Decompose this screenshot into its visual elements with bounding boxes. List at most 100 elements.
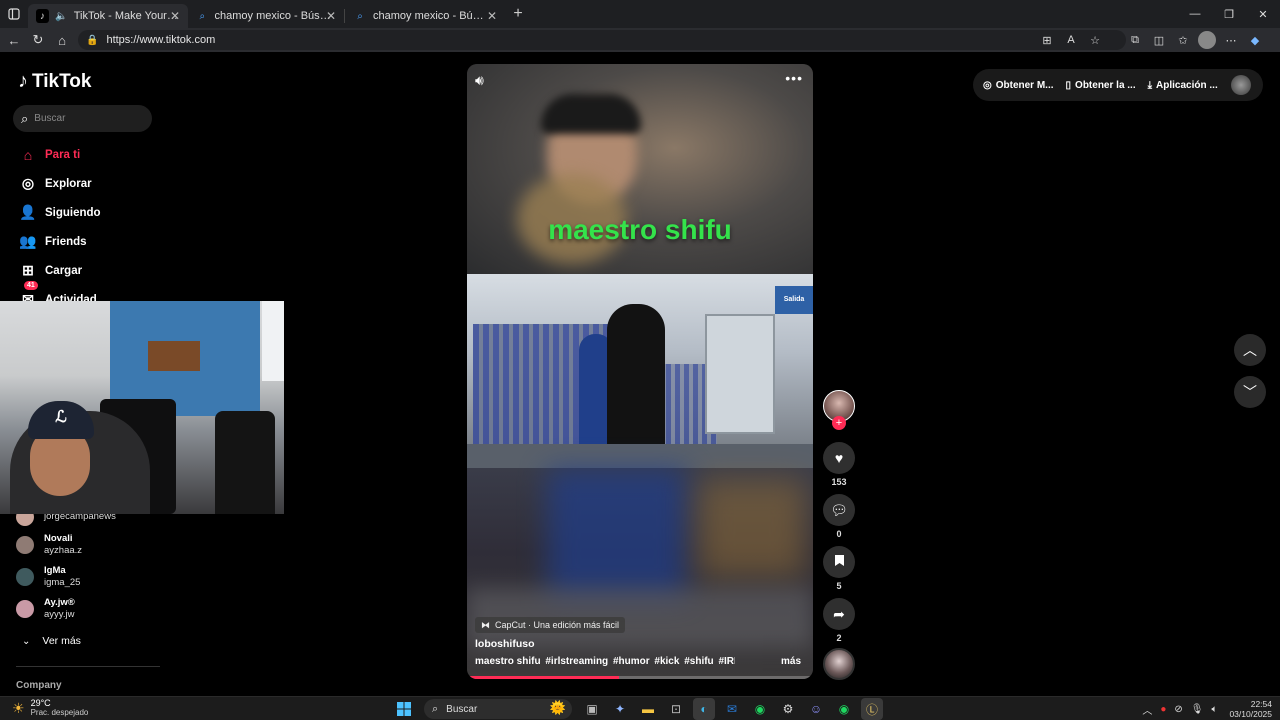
sidebar-item-siguiendo[interactable]: 👤 Siguiendo — [18, 198, 101, 227]
copilot-icon[interactable]: ◆ — [1246, 31, 1264, 49]
store-icon[interactable]: ⊡ — [665, 698, 687, 720]
capcut-tag[interactable]: ⧓ CapCut · Una edición más fácil — [475, 617, 626, 633]
follow-plus-icon[interactable]: + — [832, 416, 846, 430]
spotify-alt-icon[interactable]: ◉ — [833, 698, 855, 720]
comment-icon: 💬︎ — [830, 501, 848, 518]
get-app-button[interactable]: ▯ Obtener la ... — [1066, 80, 1136, 91]
microphone-icon[interactable]: 🎙︎ — [1191, 704, 1204, 715]
discord-icon[interactable]: ☺ — [805, 698, 827, 720]
address-bar[interactable]: 🔒 https://www.tiktok.com — [78, 30, 1126, 50]
split-screen-icon[interactable]: ◫ — [1150, 31, 1168, 49]
restore-icon[interactable]: ❐ — [1212, 0, 1246, 28]
search-input[interactable] — [34, 113, 135, 124]
close-tab-icon[interactable]: ✕ — [326, 9, 336, 23]
extensions-icon[interactable]: ⧉ — [1126, 31, 1144, 49]
company-link[interactable]: Company — [16, 680, 62, 691]
refresh-icon[interactable]: ↻ — [26, 28, 50, 52]
webcam-window — [262, 301, 284, 381]
video-progress-bar[interactable] — [467, 676, 813, 679]
see-more-button[interactable]: ⌄ Ver más — [22, 635, 81, 647]
next-video-button[interactable]: ﹀ — [1234, 376, 1266, 408]
browser-tab-search[interactable]: ⌕ chamoy mexico - Búsqueda ✕ — [188, 4, 344, 28]
copilot-icon[interactable]: ✦ — [609, 698, 631, 720]
capcut-label: CapCut · Una edición más fácil — [495, 620, 620, 630]
sidebar-item-friends[interactable]: 👥 Friends — [18, 227, 101, 256]
tiktok-note-icon: ♪ — [18, 70, 28, 92]
more-options-icon[interactable]: ••• — [785, 70, 803, 86]
avatar — [16, 568, 34, 586]
capcut-icon: ⧓ — [481, 619, 490, 630]
upload-icon: ⊞ — [22, 262, 34, 278]
file-explorer-icon[interactable]: ▬ — [637, 698, 659, 720]
browser-tab-tiktok[interactable]: ♪ 🔈 TikTok - Make Your Day ✕ — [28, 4, 188, 28]
steam-icon[interactable]: ⚙ — [777, 698, 799, 720]
close-window-icon[interactable]: ✕ — [1246, 0, 1280, 28]
save-button[interactable] — [823, 546, 855, 578]
clock-date: 03/10/2025 — [1229, 709, 1272, 719]
share-button[interactable]: ➦ — [823, 598, 855, 630]
home-icon[interactable]: ⌂ — [50, 28, 74, 52]
list-item[interactable]: Ay.jw® ayyy.jw — [16, 593, 116, 625]
minimize-icon[interactable]: — — [1178, 0, 1212, 28]
get-coins-button[interactable]: ◎ Obtener M... — [983, 80, 1054, 91]
url-text: https://www.tiktok.com — [106, 34, 216, 46]
tiktok-logo[interactable]: ♪ TikTok — [18, 70, 91, 93]
video-door — [705, 314, 775, 434]
new-tab-button[interactable]: + — [505, 0, 531, 28]
sidebar-item-para-ti[interactable]: ⌂ Para ti — [18, 140, 101, 169]
taskbar-search-label: Buscar — [446, 703, 478, 715]
user-avatar[interactable] — [1231, 75, 1251, 95]
description-text: maestro shifu — [475, 656, 541, 667]
phone-icon: ▯ — [1065, 79, 1072, 91]
menu-icon[interactable]: ⋯ — [1222, 31, 1240, 49]
edge-icon[interactable]: ◐ — [693, 698, 715, 720]
spotify-icon[interactable]: ◉ — [749, 698, 771, 720]
close-tab-icon[interactable]: ✕ — [487, 9, 497, 23]
sidebar-item-explorar[interactable]: ◎ Explorar — [18, 169, 101, 198]
close-tab-icon[interactable]: ✕ — [170, 9, 180, 23]
clock-time: 22:54 — [1250, 699, 1272, 709]
following-list: jorgecampanews Novali ayzhaa.z IgMa igma… — [16, 505, 116, 625]
site-info-icon[interactable]: 🔒 — [86, 35, 98, 46]
previous-video-button[interactable]: ︿ — [1234, 334, 1266, 366]
record-icon[interactable]: ● — [1160, 704, 1166, 715]
favorites-icon[interactable]: ✩ — [1174, 31, 1192, 49]
read-aloud-icon[interactable]: A — [1062, 31, 1080, 49]
network-off-icon[interactable]: ⊘ — [1174, 704, 1182, 715]
hashtag[interactable]: #humor — [613, 656, 650, 667]
hashtag[interactable]: #irlstreaming — [545, 656, 608, 667]
tab-title: chamoy mexico - Búsqueda — [214, 10, 336, 22]
windows-start-icon[interactable] — [394, 699, 414, 719]
profile-avatar[interactable] — [1198, 31, 1216, 49]
search-box[interactable]: ⌕ — [13, 105, 152, 132]
chevron-down-icon: ﹀ — [1243, 384, 1257, 400]
browser-tab-images[interactable]: ⌕ chamoy mexico - Búsqueda Imágenes ✕ — [345, 4, 505, 28]
back-icon[interactable]: ← — [2, 28, 26, 52]
list-item[interactable]: IgMa igma_25 — [16, 561, 116, 593]
tray-overflow-icon[interactable]: ︿ — [1142, 702, 1152, 717]
hashtag[interactable]: #kick — [654, 656, 679, 667]
volume-icon[interactable]: 🔊︎ — [475, 72, 484, 89]
taskbar-search[interactable]: ⌕ Buscar 🌞 — [424, 699, 572, 719]
like-button[interactable]: ♥ — [823, 442, 855, 474]
mute-icon[interactable]: 🔈 — [55, 9, 68, 23]
hashtag[interactable]: #IRL — [718, 656, 735, 667]
music-disc[interactable] — [823, 648, 855, 680]
volume-icon[interactable]: 🔈︎ — [1211, 704, 1217, 715]
comment-button[interactable]: 💬︎ — [823, 494, 855, 526]
video-player[interactable]: maestro shifu Salida 🔊︎ ••• ⧓ CapCut · U… — [467, 64, 813, 679]
favorite-icon[interactable]: ☆ — [1086, 31, 1104, 49]
weather-widget[interactable]: ☀ 29°C Prac. despejado — [12, 698, 88, 718]
hashtag[interactable]: #shifu — [684, 656, 713, 667]
more-description-button[interactable]: más — [781, 656, 801, 667]
league-icon[interactable]: Ⓛ — [861, 698, 883, 720]
desktop-app-button[interactable]: ⤓ Aplicación ... — [1148, 80, 1218, 91]
tab-actions-icon[interactable] — [0, 0, 28, 28]
video-username[interactable]: loboshifuso — [475, 638, 535, 650]
outlook-icon[interactable]: ✉ — [721, 698, 743, 720]
task-view-icon[interactable]: ▣ — [581, 698, 603, 720]
app-available-icon[interactable]: ⊞ — [1038, 31, 1056, 49]
clock[interactable]: 22:54 03/10/2025 — [1229, 699, 1272, 719]
sidebar-item-label: Siguiendo — [45, 206, 101, 219]
list-item[interactable]: Novali ayzhaa.z — [16, 529, 116, 561]
